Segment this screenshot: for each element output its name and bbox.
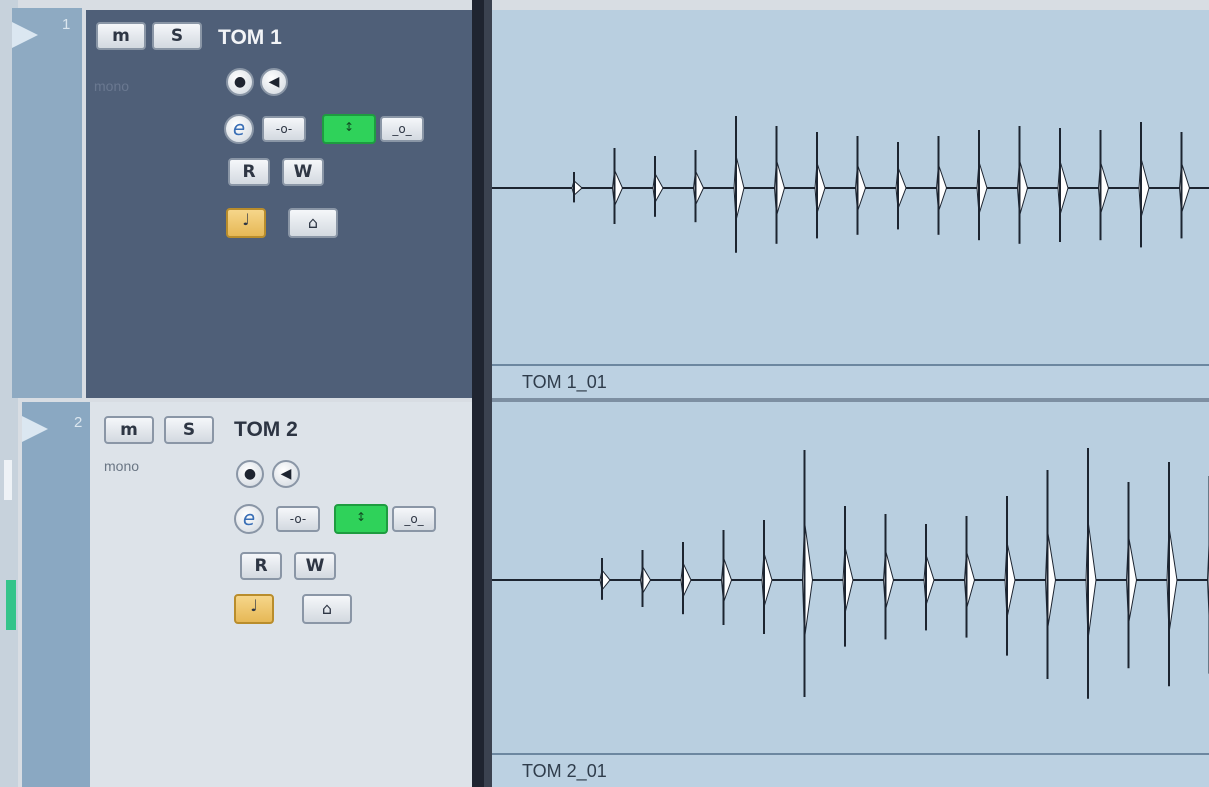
waveform-hit xyxy=(1125,482,1138,669)
waveform-hit xyxy=(599,558,611,600)
event-lane-tom-2[interactable]: TOM 2_01 xyxy=(492,402,1209,787)
waveform-hit xyxy=(773,126,786,244)
clip-name: TOM 2_01 xyxy=(522,761,607,781)
track-2-number-column[interactable]: 2 xyxy=(22,402,92,787)
track-number: 2 xyxy=(74,414,83,431)
output-icon[interactable]: _o_ xyxy=(392,506,436,532)
solo-button[interactable]: S xyxy=(164,416,214,444)
lock-icon[interactable]: ⌂ xyxy=(288,208,338,238)
waveform-hit xyxy=(1138,122,1150,248)
waveform-hit xyxy=(976,130,988,241)
read-automation-button[interactable]: R xyxy=(240,552,282,580)
divider-edge xyxy=(484,0,492,787)
waveform-tom-2 xyxy=(492,448,1209,699)
speaker-icon[interactable]: ◀ xyxy=(272,460,300,488)
header-lane-divider[interactable] xyxy=(472,0,492,787)
waveform-hit xyxy=(1044,470,1057,679)
waveform-hit xyxy=(692,150,705,223)
waveform-hit xyxy=(1166,462,1178,687)
arrows-icon[interactable]: ↕ xyxy=(322,114,376,144)
insert-icon[interactable]: -o- xyxy=(262,116,306,142)
waveform-hit xyxy=(842,506,854,647)
waveform-hit xyxy=(761,520,773,634)
output-icon[interactable]: _o_ xyxy=(380,116,424,142)
waveform-hit xyxy=(882,514,895,640)
insert-icon[interactable]: -o- xyxy=(276,506,320,532)
lock-icon[interactable]: ⌂ xyxy=(302,594,352,624)
gutter-marker xyxy=(4,460,12,500)
waveform-hit xyxy=(1004,496,1016,656)
project-window: 1 m S TOM 1 mono ● ◀ e -o- ↕ _o_ R W ♩ ⌂… xyxy=(0,0,1209,787)
speaker-icon[interactable]: ◀ xyxy=(260,68,288,96)
mute-button[interactable]: m xyxy=(104,416,154,444)
waveform-hit xyxy=(1057,128,1069,242)
track-header-tom-2[interactable]: m S TOM 2 mono ● ◀ e -o- ↕ _o_ R W ♩ ⌂ xyxy=(90,402,478,787)
clip-name-bar[interactable]: TOM 2_01 xyxy=(492,753,1209,787)
arrows-icon[interactable]: ↕ xyxy=(334,504,388,534)
event-lane-tom-1[interactable]: TOM 1_01 xyxy=(492,10,1209,398)
waveform-hit xyxy=(963,516,976,638)
write-automation-button[interactable]: W xyxy=(282,158,324,186)
waveform-hit xyxy=(1085,448,1097,699)
waveform-tom-1 xyxy=(492,116,1209,253)
waveform-hit xyxy=(814,132,826,239)
waveform-hit xyxy=(923,524,935,631)
record-icon[interactable]: ● xyxy=(236,460,264,488)
waveform-hit xyxy=(733,116,745,253)
play-icon[interactable] xyxy=(22,416,48,442)
waveform-hit xyxy=(611,148,624,224)
clip-name-bar[interactable]: TOM 1_01 xyxy=(492,364,1209,398)
read-automation-button[interactable]: R xyxy=(228,158,270,186)
channel-format-label: mono xyxy=(104,458,140,474)
waveform-hit xyxy=(854,136,867,235)
waveform-hit xyxy=(1178,132,1191,239)
track-header-tom-1[interactable]: m S TOM 1 mono ● ◀ e -o- ↕ _o_ R W ♩ ⌂ xyxy=(86,10,472,398)
mute-button[interactable]: m xyxy=(96,22,146,50)
write-automation-button[interactable]: W xyxy=(294,552,336,580)
waveform-hit xyxy=(895,142,907,230)
waveform-hit xyxy=(680,542,692,615)
waveform-hit xyxy=(571,172,583,203)
channel-format-label: mono xyxy=(94,78,130,94)
waveform-hit xyxy=(639,550,652,607)
track-1-number-column[interactable]: 1 xyxy=(12,8,82,398)
clip-name: TOM 1_01 xyxy=(522,372,607,392)
play-icon[interactable] xyxy=(12,22,38,48)
waveform-hit xyxy=(720,530,733,625)
track-name: TOM 1 xyxy=(218,26,282,49)
music-note-icon[interactable]: ♩ xyxy=(226,208,266,238)
music-note-icon[interactable]: ♩ xyxy=(234,594,274,624)
waveform-hit xyxy=(801,450,814,697)
track-number: 1 xyxy=(62,16,71,33)
gutter-accent xyxy=(6,580,16,630)
record-icon[interactable]: ● xyxy=(226,68,254,96)
waveform-hit xyxy=(652,156,664,217)
edit-channel-icon[interactable]: e xyxy=(234,504,264,534)
solo-button[interactable]: S xyxy=(152,22,202,50)
waveform-hit xyxy=(935,136,948,235)
waveform-hit xyxy=(1016,126,1029,244)
waveform-hit xyxy=(1097,130,1110,241)
track-name: TOM 2 xyxy=(234,418,298,441)
edit-channel-icon[interactable]: e xyxy=(224,114,254,144)
